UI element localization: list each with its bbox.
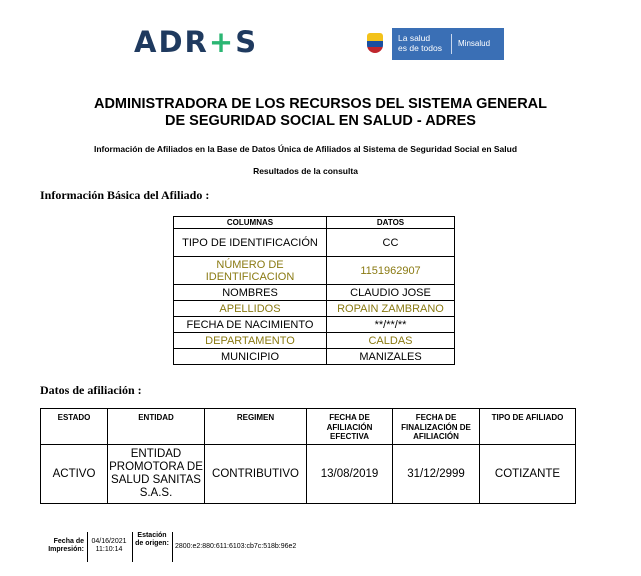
affiliation-table: ESTADO ENTIDAD REGIMEN FECHA DE AFILIACI… — [40, 408, 576, 504]
minsalud-logo: La salud es de todos Minsalud — [358, 28, 504, 60]
entidad-cell: ENTIDAD PROMOTORA DE SALUD SANITAS S.A.S… — [107, 444, 205, 504]
row-value: CLAUDIO JOSE — [326, 284, 455, 301]
table-row: DEPARTAMENTO CALDAS — [173, 332, 455, 349]
row-label: MUNICIPIO — [173, 348, 327, 365]
station-label: Estación de origen: — [135, 532, 169, 547]
column-header: COLUMNAS — [173, 216, 327, 229]
print-date-value: 04/16/2021 11:10:14 — [91, 538, 127, 553]
column-header: ENTIDAD — [107, 408, 205, 445]
tipo-afiliado-cell: COTIZANTE — [479, 444, 576, 504]
fecha-afiliacion-cell: 13/08/2019 — [306, 444, 393, 504]
station-value: 2800:e2:880:611:6103:cb7c:518b:96e2 — [175, 543, 297, 550]
table-row: MUNICIPIO MANIZALES — [173, 348, 455, 365]
column-header: ESTADO — [40, 408, 108, 445]
row-value: ROPAIN ZAMBRANO — [326, 300, 455, 317]
colombia-crest-icon — [358, 28, 392, 60]
row-label: DEPARTAMENTO — [173, 332, 327, 349]
row-value: MANIZALES — [326, 348, 455, 365]
column-header: REGIMEN — [204, 408, 307, 445]
page-subtitle: Información de Afiliados en la Base de D… — [93, 144, 518, 154]
row-label: TIPO DE IDENTIFICACIÓN — [173, 228, 327, 257]
fecha-finalizacion-cell: 31/12/2999 — [392, 444, 480, 504]
basic-info-table: COLUMNAS DATOS TIPO DE IDENTIFICACIÓN CC… — [173, 216, 455, 365]
minsalud-slogan: La salud es de todos — [398, 33, 442, 53]
column-header: FECHA DE FINALIZACIÓN DE AFILIACIÓN — [392, 408, 480, 445]
column-header: FECHA DE AFILIACIÓN EFECTIVA — [306, 408, 393, 445]
row-label: FECHA DE NACIMIENTO — [173, 316, 327, 333]
estado-cell: ACTIVO — [40, 444, 108, 504]
print-date-label: Fecha de Impresión: — [48, 538, 84, 553]
table-row: ACTIVO ENTIDAD PROMOTORA DE SALUD SANITA… — [40, 444, 576, 504]
adres-logo: ADR+S — [134, 25, 259, 59]
row-label: APELLIDOS — [173, 300, 327, 317]
column-header: TIPO DE AFILIADO — [479, 408, 576, 445]
row-label: NÚMERO DE IDENTIFICACION — [173, 256, 327, 285]
page-title: ADMINISTRADORA DE LOS RECURSOS DEL SISTE… — [93, 96, 548, 129]
basic-info-heading: Información Básica del Afiliado : — [40, 188, 210, 202]
row-value: 1151962907 — [326, 256, 455, 285]
row-value: CC — [326, 228, 455, 257]
table-row: TIPO DE IDENTIFICACIÓN CC — [173, 228, 455, 257]
minsalud-label: Minsalud — [458, 39, 491, 48]
table-row: FECHA DE NACIMIENTO **/**/** — [173, 316, 455, 333]
table-row: APELLIDOS ROPAIN ZAMBRANO — [173, 300, 455, 317]
row-value: CALDAS — [326, 332, 455, 349]
table-row: NÚMERO DE IDENTIFICACION 1151962907 — [173, 256, 455, 285]
table-row: NOMBRES CLAUDIO JOSE — [173, 284, 455, 301]
affiliation-heading: Datos de afiliación : — [40, 383, 142, 397]
regimen-cell: CONTRIBUTIVO — [204, 444, 307, 504]
row-label: NOMBRES — [173, 284, 327, 301]
results-label: Resultados de la consulta — [253, 166, 358, 176]
row-value: **/**/** — [326, 316, 455, 333]
column-header: DATOS — [326, 216, 455, 229]
